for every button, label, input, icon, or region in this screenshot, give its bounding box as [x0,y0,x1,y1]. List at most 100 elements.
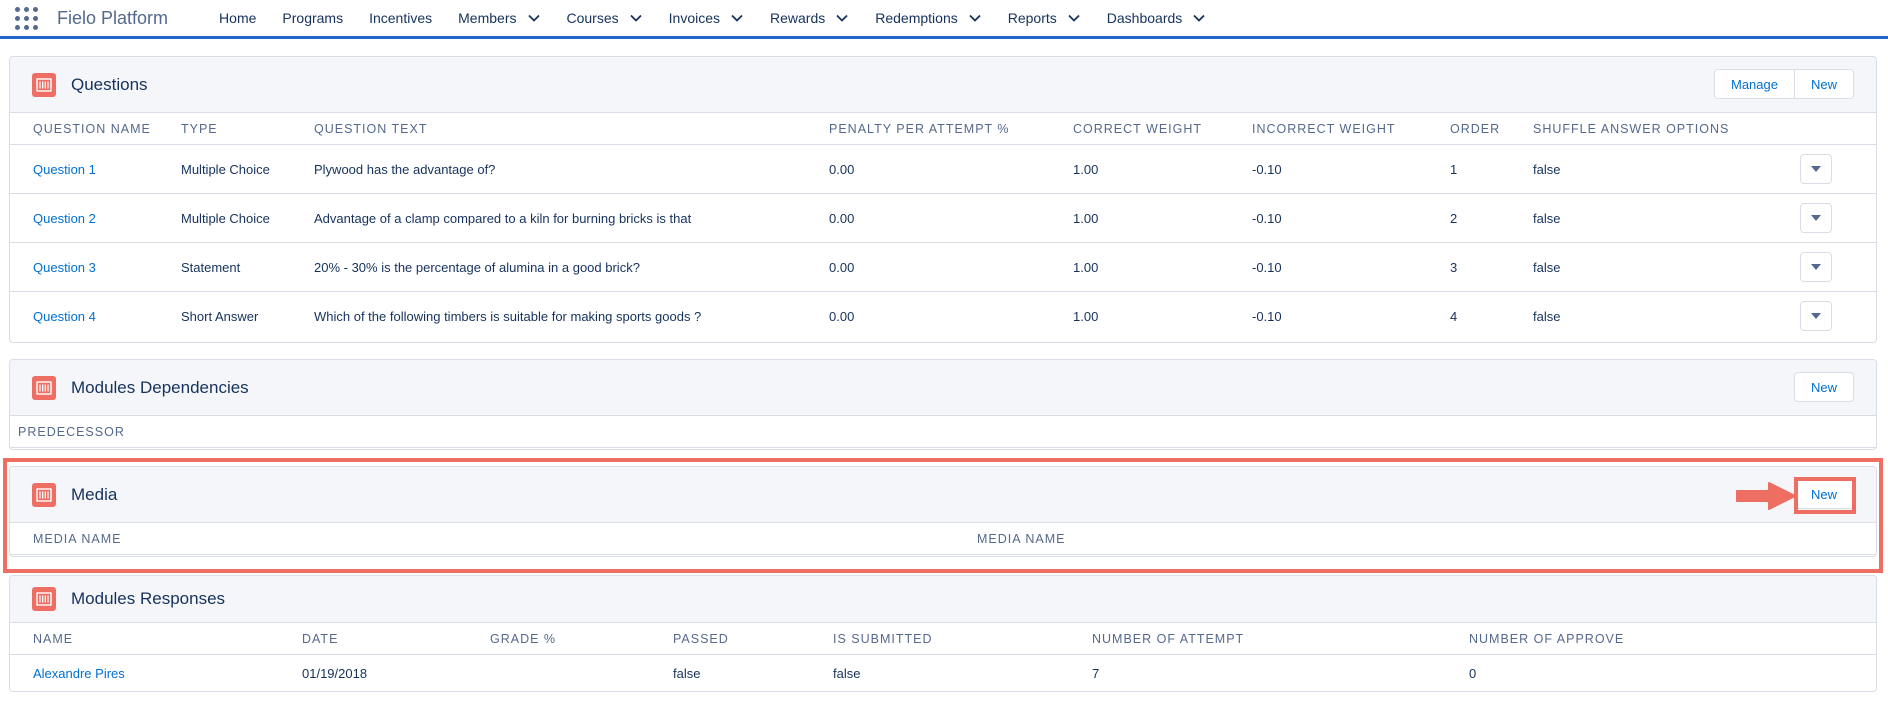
modules-responses-card: Modules Responses NAME DATE GRADE % PASS… [9,575,1877,692]
penalty-value: 0.00 [829,242,1073,292]
table-row: Alexandre Pires 01/19/2018 false false 7… [10,655,1876,692]
table-row: Question 2 Multiple Choice Advantage of … [10,193,1876,243]
column-header[interactable]: NAME [10,623,302,655]
column-header[interactable]: DATE [302,623,490,655]
table-row: Question 4 Short Answer Which of the fol… [10,292,1876,341]
penalty-value: 0.00 [829,144,1073,194]
column-header[interactable]: NUMBER OF APPROVE [1469,623,1876,655]
nav-item-label: Incentives [369,10,433,26]
nav-item-label: Members [458,10,517,26]
nav-item-reports[interactable]: Reports [995,0,1094,36]
top-navigation-bar: Fielo Platform Home Programs Incentives … [0,0,1888,39]
card-list-icon [32,375,56,400]
column-header[interactable]: PASSED [673,623,833,655]
chevron-down-icon[interactable] [1067,11,1081,25]
row-actions-caret-down-icon[interactable] [1800,154,1832,184]
questions-table-header: QUESTION NAME TYPE QUESTION TEXT PENALTY… [10,113,1876,145]
question-text: Plywood has the advantage of? [314,144,829,194]
shuffle-value: false [1533,193,1800,243]
row-actions-caret-down-icon[interactable] [1800,301,1832,331]
responses-table-header: NAME DATE GRADE % PASSED IS SUBMITTED NU… [10,623,1876,655]
nav-item-courses[interactable]: Courses [554,0,656,36]
dependencies-card-title: Modules Dependencies [71,377,249,397]
column-header[interactable]: IS SUBMITTED [833,623,1092,655]
response-grade [490,655,673,692]
questions-card-header: Questions Manage New [10,57,1876,113]
row-actions-caret-down-icon[interactable] [1800,252,1832,282]
chevron-down-icon[interactable] [968,11,982,25]
question-name-link[interactable]: Question 3 [33,260,96,275]
question-type: Multiple Choice [181,193,314,243]
shuffle-value: false [1533,144,1800,194]
response-approve: 0 [1469,665,1477,681]
column-header[interactable]: INCORRECT WEIGHT [1252,113,1450,145]
question-name-link[interactable]: Question 2 [33,211,96,226]
new-question-button[interactable]: New [1794,69,1854,99]
question-name-link[interactable]: Question 4 [33,309,96,324]
nav-item-label: Invoices [668,10,720,26]
nav-item-members[interactable]: Members [445,0,553,36]
app-launcher-waffle-icon[interactable] [13,5,39,31]
row-actions-caret-down-icon[interactable] [1800,203,1832,233]
incorrect-weight-value: -0.10 [1252,144,1450,194]
nav-item-home[interactable]: Home [206,0,269,36]
responses-card-title: Modules Responses [71,589,226,608]
nav-item-label: Courses [566,10,619,26]
nav-item-label: Home [219,10,257,26]
questions-card: Questions Manage New QUESTION NAME TYPE … [9,56,1877,343]
question-text: 20% - 30% is the percentage of alumina i… [314,242,829,292]
column-header[interactable]: TYPE [181,113,314,145]
order-value: 3 [1450,242,1533,292]
response-attempts: 7 [1092,665,1100,681]
response-name-link[interactable]: Alexandre Pires [33,666,125,681]
question-text: Which of the following timbers is suitab… [314,308,702,324]
nav-item-redemptions[interactable]: Redemptions [862,0,995,36]
question-text: Advantage of a clamp compared to a kiln … [314,193,829,243]
chevron-down-icon[interactable] [835,11,849,25]
nav-item-programs[interactable]: Programs [269,0,356,36]
question-name-link[interactable]: Question 1 [33,162,96,177]
table-row: Question 1 Multiple Choice Plywood has t… [10,144,1876,194]
media-table-header: MEDIA NAME MEDIA NAME [10,523,1876,555]
new-media-button[interactable]: New [1793,479,1854,509]
chevron-down-icon[interactable] [1192,11,1206,25]
nav-item-label: Rewards [770,10,826,26]
nav-item-invoices[interactable]: Invoices [656,0,757,36]
column-header[interactable]: NUMBER OF ATTEMPT [1092,623,1469,655]
column-header[interactable]: QUESTION NAME [10,113,181,145]
dependencies-button-group: New [1793,372,1854,402]
column-header[interactable]: QUESTION TEXT [314,113,829,145]
table-row: Question 3 Statement 20% - 30% is the pe… [10,242,1876,292]
chevron-down-icon[interactable] [730,11,744,25]
column-header[interactable]: SHUFFLE ANSWER OPTIONS [1533,113,1800,145]
shuffle-value: false [1533,308,1561,324]
media-button-group: New [1793,479,1854,509]
dependencies-table-header: PREDECESSOR [10,416,1876,448]
nav-item-dashboards[interactable]: Dashboards [1094,0,1220,36]
question-type: Multiple Choice [181,144,314,194]
chevron-down-icon[interactable] [629,11,643,25]
column-header[interactable]: MEDIA NAME [10,523,977,555]
nav-item-incentives[interactable]: Incentives [356,0,445,36]
column-header[interactable]: PENALTY PER ATTEMPT % [829,113,1073,145]
column-header[interactable]: ORDER [1450,113,1533,145]
nav-item-rewards[interactable]: Rewards [757,0,862,36]
responses-table: NAME DATE GRADE % PASSED IS SUBMITTED NU… [10,623,1876,691]
column-header-actions [1800,113,1876,145]
chevron-down-icon[interactable] [527,11,541,25]
column-header[interactable]: CORRECT WEIGHT [1073,113,1252,145]
new-dependency-button[interactable]: New [1793,372,1854,402]
nav-item-label: Redemptions [875,10,958,26]
response-submitted: false [833,665,861,681]
manage-questions-button[interactable]: Manage [1714,69,1795,99]
card-list-icon [32,587,56,611]
nav-item-label: Reports [1007,10,1057,26]
column-header[interactable]: PREDECESSOR [10,416,1876,448]
correct-weight-value: 1.00 [1073,308,1099,324]
correct-weight-value: 1.00 [1073,193,1252,243]
response-passed: false [673,665,701,681]
incorrect-weight-value: -0.10 [1252,308,1282,324]
column-header[interactable]: MEDIA NAME [977,523,1876,555]
order-value: 4 [1450,308,1458,324]
column-header[interactable]: GRADE % [490,623,673,655]
